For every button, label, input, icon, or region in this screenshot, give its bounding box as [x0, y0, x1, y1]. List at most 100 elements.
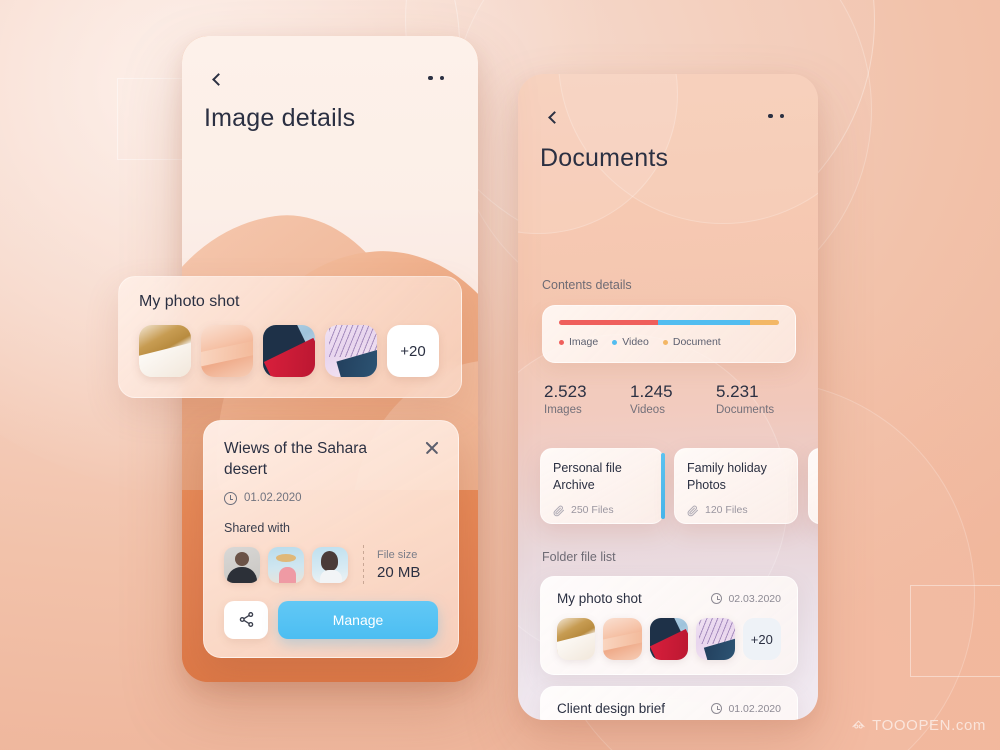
photo-shot-thumbnails: +20 — [139, 325, 439, 377]
back-button[interactable] — [204, 66, 230, 92]
clock-icon — [711, 593, 723, 604]
gold-dune-thumb[interactable] — [139, 325, 191, 377]
manage-button[interactable]: Manage — [278, 600, 438, 639]
peach-sand-thumb[interactable] — [201, 325, 253, 377]
folder-card-3[interactable]: Minimal design inspiration140 Files — [808, 448, 818, 524]
image-date: 01.02.2020 — [224, 491, 438, 505]
folder-file-list-label: Folder file list — [542, 550, 616, 564]
folder-card-title: Family holiday Photos — [687, 461, 767, 493]
more-options-button[interactable] — [428, 71, 454, 85]
folder-card-1[interactable]: Personal file Archive 250 Files — [540, 448, 665, 524]
file-card-client-brief[interactable]: Client design brief 01.02.2020 Jadi gini… — [540, 686, 798, 720]
stat-videos: 1.245 Videos — [630, 382, 716, 416]
progress-segment-video — [658, 320, 751, 325]
folder-card-files: 120 Files — [705, 504, 748, 516]
clock-icon — [224, 491, 237, 505]
divider — [363, 544, 364, 585]
file-card-header: My photo shot 02.03.2020 — [557, 591, 781, 606]
file-size-value: 20 MB — [377, 563, 421, 581]
avatar-woman-hat[interactable] — [268, 546, 304, 583]
legend-dot-video — [612, 339, 618, 345]
share-icon — [239, 612, 253, 628]
clock-icon — [711, 703, 723, 714]
navy-red-geometry-thumb[interactable] — [649, 618, 689, 660]
image-details-card: Wiews of the Sahara desert 01.02.2020 Sh… — [203, 420, 459, 658]
legend-label: Document — [672, 336, 721, 348]
legend-item-document: Document — [662, 336, 721, 348]
legend-label: Image — [569, 336, 599, 348]
file-size-label: File size — [377, 548, 418, 561]
folder-card-meta: 250 Files — [553, 504, 651, 517]
pink-sail-thumb[interactable] — [325, 325, 377, 377]
more-dot-1 — [428, 75, 433, 81]
more-dot-2 — [439, 75, 444, 81]
back-button[interactable] — [540, 104, 566, 130]
file-card-title: Client design brief — [557, 701, 666, 716]
chevron-left-icon — [212, 72, 225, 86]
folder-cards-row: Personal file Archive 250 Files Family hol… — [540, 448, 818, 524]
stat-number: 1.245 — [630, 382, 673, 401]
file-card-title: My photo shot — [557, 591, 642, 606]
more-photos-button[interactable]: +20 — [742, 618, 782, 660]
legend-label: Video — [622, 336, 649, 348]
shared-row: File size 20 MB — [224, 544, 438, 585]
background-rect-right — [910, 585, 1000, 677]
peach-sand-thumb[interactable] — [603, 618, 642, 660]
folder-card-2[interactable]: Family holiday Photos 120 Files — [674, 448, 798, 524]
contents-details-label: Contents details — [542, 278, 632, 292]
image-title: Wiews of the Sahara desert — [224, 440, 368, 478]
file-card-date-text: 01.02.2020 — [728, 702, 781, 715]
contents-legend: Image Video Document — [559, 336, 779, 348]
avatar-man[interactable] — [224, 546, 260, 583]
contents-progress-bar — [559, 320, 779, 325]
legend-item-video: Video — [612, 336, 649, 348]
progress-segment-document — [750, 320, 779, 325]
legend-dot-image — [559, 339, 564, 345]
stat-number: 5.231 — [716, 382, 759, 401]
file-card-date-text: 02.03.2020 — [728, 592, 781, 605]
paperclip-icon — [553, 505, 564, 516]
more-dot-2 — [779, 113, 784, 119]
file-size-block: File size 20 MB — [377, 549, 420, 581]
phone-documents-screen: Documents Contents details Image Video Doc… — [518, 74, 818, 720]
progress-segment-image — [559, 320, 658, 325]
avatar-woman-beach[interactable] — [312, 546, 348, 583]
stats-row: 2.523 Images 1.245 Videos 5.231 Documents — [544, 382, 802, 416]
stat-documents: 5.231 Documents — [716, 382, 802, 416]
folder-card-title: Personal file Archive — [553, 461, 622, 493]
file-card-photo-shot[interactable]: My photo shot 02.03.2020 +20 — [540, 576, 798, 675]
more-dot-1 — [768, 113, 773, 119]
file-card-header: Client design brief 01.02.2020 — [557, 701, 781, 716]
page-title: Documents — [540, 144, 669, 172]
shared-with-label: Shared with — [224, 520, 291, 535]
image-date-text: 01.02.2020 — [244, 492, 302, 505]
chevron-left-icon — [548, 110, 561, 124]
share-button[interactable] — [224, 600, 268, 639]
more-photos-button[interactable]: +20 — [387, 325, 439, 377]
gold-dune-thumb[interactable] — [557, 618, 596, 660]
folder-card-files: 250 Files — [571, 504, 614, 516]
paperclip-icon — [687, 505, 698, 516]
my-photo-shot-card: My photo shot +20 — [118, 276, 462, 398]
file-card-date: 02.03.2020 — [711, 593, 781, 605]
page-title: Image details — [204, 104, 356, 132]
file-card-thumbnails: +20 — [557, 618, 782, 660]
stat-label: Images — [544, 404, 582, 416]
file-list: My photo shot 02.03.2020 +20 Client desi… — [540, 576, 798, 720]
legend-dot-document — [662, 339, 668, 345]
contents-details-card: Image Video Document — [542, 305, 796, 363]
details-actions: Manage — [224, 600, 438, 639]
navy-red-geometry-thumb[interactable] — [263, 325, 315, 377]
pink-sail-thumb[interactable] — [696, 618, 735, 660]
stat-label: Videos — [630, 404, 665, 416]
legend-item-image: Image — [559, 336, 598, 348]
more-options-button[interactable] — [768, 109, 794, 123]
folder-card-meta: 120 Files — [687, 504, 785, 517]
stat-number: 2.523 — [544, 382, 587, 401]
avatar-group — [224, 546, 348, 583]
photo-shot-title: My photo shot — [139, 293, 240, 310]
stat-images: 2.523 Images — [544, 382, 630, 416]
file-card-date: 01.02.2020 — [711, 703, 781, 715]
close-icon[interactable] — [424, 440, 440, 456]
stat-label: Documents — [716, 404, 775, 416]
